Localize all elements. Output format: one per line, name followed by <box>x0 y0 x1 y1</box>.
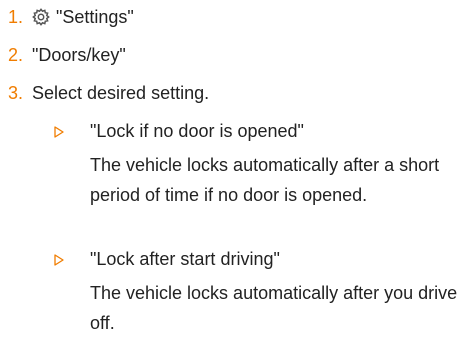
option-description: The vehicle locks automatically after yo… <box>90 283 458 333</box>
step-1: 1. "Settings" <box>8 6 134 28</box>
instruction-document: 1. "Settings" 2. "Doors/key" 3. Select desi… <box>0 0 471 344</box>
step-text: Select desired setting. <box>32 83 210 103</box>
option-1-title-row: "Lock if no door is opened" <box>54 120 304 142</box>
step-number: 1. <box>8 7 24 27</box>
option-2-title-row: "Lock after start driving" <box>54 248 280 270</box>
triangle-bullet-icon <box>54 248 90 270</box>
option-title: "Lock if no door is opened" <box>90 121 304 141</box>
step-number: 3. <box>8 83 24 103</box>
step-3: 3. Select desired setting. <box>8 82 209 104</box>
option-description: The vehicle locks automatically after a … <box>90 155 440 205</box>
option-title: "Lock after start driving" <box>90 249 280 269</box>
step-text: "Doors/key" <box>32 45 126 65</box>
step-text: "Settings" <box>56 7 134 27</box>
step-2: 2. "Doors/key" <box>8 44 126 66</box>
triangle-bullet-icon <box>54 120 90 142</box>
gear-icon <box>32 8 50 26</box>
step-number: 2. <box>8 45 24 65</box>
